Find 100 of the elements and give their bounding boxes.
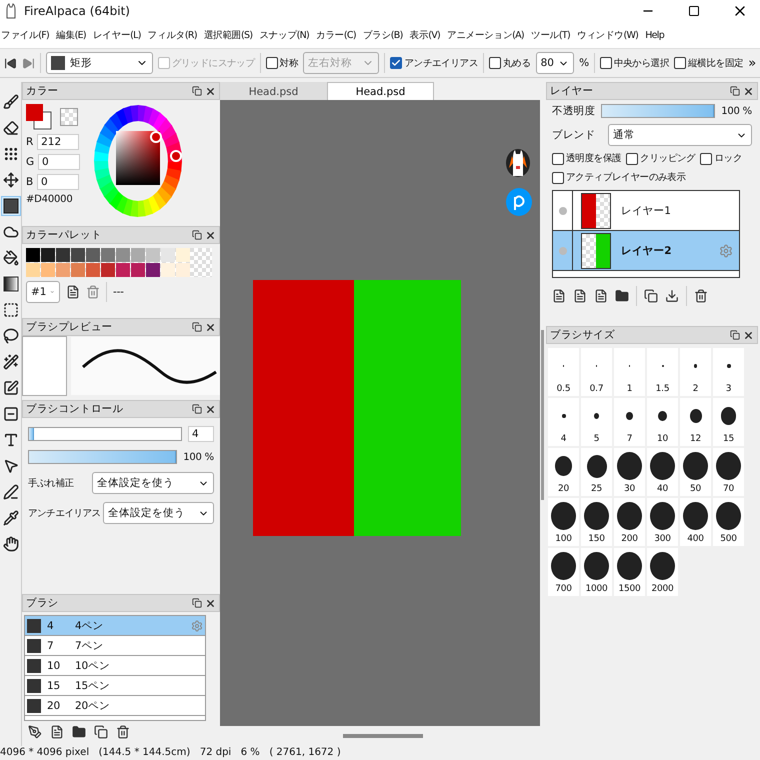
float-icon[interactable]: [192, 598, 202, 608]
brush-size-cell[interactable]: 15: [713, 398, 744, 446]
checkbox[interactable]: [626, 152, 638, 164]
new-file-icon[interactable]: [552, 289, 566, 303]
visibility-dot[interactable]: [558, 206, 566, 214]
close-icon[interactable]: [743, 86, 754, 96]
menu-item[interactable]: 表示(V): [410, 28, 440, 42]
next-icon[interactable]: [22, 56, 35, 70]
palette-dropdown[interactable]: #1: [26, 281, 60, 303]
wand-icon[interactable]: [0, 352, 20, 372]
checkbox[interactable]: [700, 152, 712, 164]
hand-icon[interactable]: [0, 534, 20, 554]
float-icon[interactable]: [192, 230, 202, 240]
float-icon[interactable]: [730, 86, 740, 96]
checkbox[interactable]: [489, 57, 501, 69]
gradient-icon[interactable]: [0, 274, 20, 294]
size-slider[interactable]: [28, 427, 182, 441]
download-icon[interactable]: [665, 289, 679, 303]
move-icon[interactable]: [0, 170, 20, 190]
new-file-icon[interactable]: [66, 285, 80, 299]
palette-swatch[interactable]: [26, 263, 40, 277]
palette-swatch[interactable]: [41, 263, 55, 277]
add-brush-icon[interactable]: [28, 725, 42, 739]
brush-size-cell[interactable]: 20: [548, 448, 579, 496]
brush-size-cell[interactable]: 200: [614, 498, 645, 546]
copy-icon[interactable]: [94, 725, 108, 739]
brush-size-cell[interactable]: 4: [548, 398, 579, 446]
palette-swatch[interactable]: [56, 263, 70, 277]
brush-size-cell[interactable]: 40: [647, 448, 678, 496]
brush-item[interactable]: 15 15ペン: [25, 676, 205, 696]
visibility-dot[interactable]: [558, 246, 566, 254]
copy-icon[interactable]: [644, 289, 658, 303]
close-icon[interactable]: [205, 404, 216, 414]
brush-size-cell[interactable]: 12: [680, 398, 711, 446]
lasso-icon[interactable]: [0, 326, 20, 346]
color-wheel[interactable]: [92, 104, 184, 218]
float-icon[interactable]: [192, 86, 202, 96]
brush-size-cell[interactable]: 50: [680, 448, 711, 496]
brush-item[interactable]: 10 10ペン: [25, 656, 205, 676]
checkbox[interactable]: [552, 172, 564, 184]
palette-swatch[interactable]: [41, 248, 55, 262]
layer-item[interactable]: レイヤー1: [553, 191, 739, 231]
close-icon[interactable]: [205, 230, 216, 240]
transparent-swatch[interactable]: [60, 108, 78, 126]
checkbox[interactable]: [266, 57, 278, 69]
palette-swatch[interactable]: [116, 248, 130, 262]
menu-item[interactable]: アニメーション(A): [447, 28, 524, 42]
size-field[interactable]: 4: [188, 426, 214, 442]
brush-size-cell[interactable]: 0.7: [581, 348, 612, 396]
document-tab[interactable]: Head.psd: [220, 82, 327, 100]
palette-swatch[interactable]: [71, 248, 85, 262]
checkbox[interactable]: [390, 57, 402, 69]
brush-size-cell[interactable]: 30: [614, 448, 645, 496]
palette-swatch[interactable]: [146, 263, 160, 277]
float-icon[interactable]: [192, 404, 202, 414]
setting-dropdown[interactable]: 全体設定を使う: [102, 502, 214, 524]
blend-dropdown[interactable]: 通常: [608, 124, 752, 146]
new-file-icon[interactable]: [50, 725, 64, 739]
square-icon[interactable]: [0, 196, 20, 216]
brush-size-cell[interactable]: 0.5: [548, 348, 579, 396]
brush-item[interactable]: 20 20ペン: [25, 696, 205, 716]
float-icon[interactable]: [192, 322, 202, 332]
palette-swatch[interactable]: [146, 248, 160, 262]
pen-icon[interactable]: [0, 482, 20, 502]
scrollbar-thumb[interactable]: [541, 330, 544, 500]
brush-size-cell[interactable]: 5: [581, 398, 612, 446]
folder-icon[interactable]: [615, 289, 629, 303]
palette-swatch[interactable]: [101, 248, 115, 262]
scrollbar-thumb[interactable]: [343, 734, 423, 738]
menu-item[interactable]: スナップ(N): [259, 28, 310, 42]
brush-item[interactable]: 7 7ペン: [25, 636, 205, 656]
close-icon[interactable]: [205, 86, 216, 96]
palette-swatch[interactable]: [131, 248, 145, 262]
brush-size-cell[interactable]: 3: [713, 348, 744, 396]
channel-field[interactable]: 0: [38, 154, 80, 170]
brush-size-cell[interactable]: 300: [647, 498, 678, 546]
folder-icon[interactable]: [72, 725, 86, 739]
close-icon[interactable]: [743, 330, 754, 340]
menu-item[interactable]: フィルタ(R): [148, 28, 197, 42]
brush-item[interactable]: 4 4ペン: [25, 616, 205, 636]
previous-icon[interactable]: [4, 56, 17, 70]
palette-swatch[interactable]: [131, 263, 145, 277]
file-icon[interactable]: [573, 289, 587, 303]
brush-size-cell[interactable]: 25: [581, 448, 612, 496]
close-icon[interactable]: [205, 322, 216, 332]
brush-size-cell[interactable]: 1500: [614, 548, 645, 596]
brush-size-cell[interactable]: 1: [614, 348, 645, 396]
brush-size-cell[interactable]: 500: [713, 498, 744, 546]
bucket-icon[interactable]: [0, 248, 20, 268]
palette-swatch[interactable]: [86, 263, 100, 277]
brush-size-cell[interactable]: 400: [680, 498, 711, 546]
palette-swatch[interactable]: [56, 248, 70, 262]
menu-item[interactable]: ブラシ(B): [362, 28, 403, 42]
overflow-button[interactable]: »: [748, 56, 756, 70]
brush-size-cell[interactable]: 2: [680, 348, 711, 396]
float-icon[interactable]: [730, 330, 740, 340]
channel-field[interactable]: 0: [37, 174, 80, 190]
palette-swatch[interactable]: [101, 263, 115, 277]
brush-size-cell[interactable]: 2000: [647, 548, 678, 596]
checkbox[interactable]: [600, 57, 612, 69]
